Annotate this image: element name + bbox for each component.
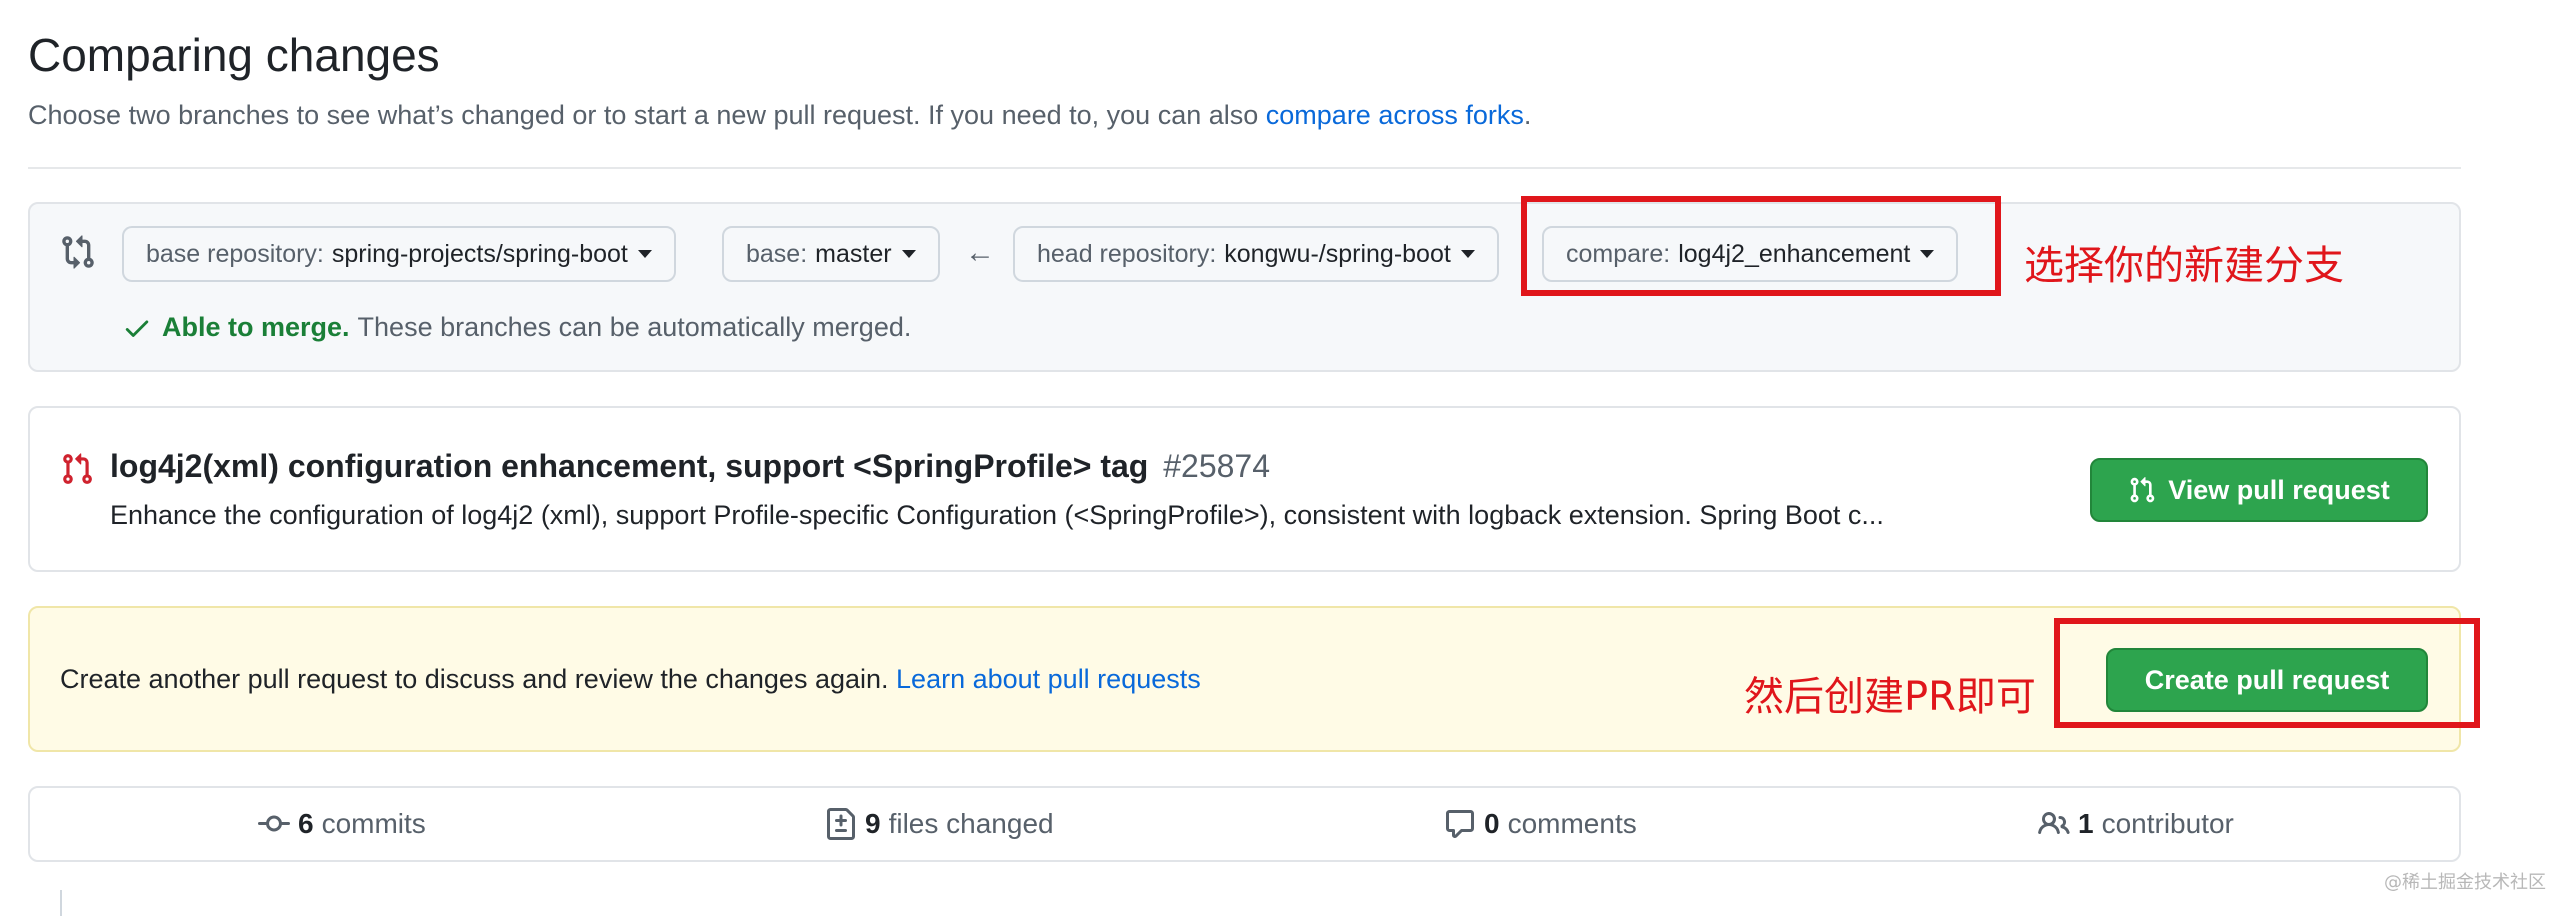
page-title: Comparing changes bbox=[28, 29, 440, 81]
contributors-count: 1 bbox=[2078, 808, 2094, 839]
merge-message: These branches can be automatically merg… bbox=[357, 312, 912, 342]
pr-title-text: log4j2(xml) configuration enhancement, s… bbox=[110, 448, 1149, 484]
annotation-box-create bbox=[2054, 618, 2480, 728]
commits-tab[interactable]: 6 commits bbox=[258, 808, 426, 840]
files-label: files changed bbox=[888, 808, 1054, 839]
contributors-label: contributor bbox=[2101, 808, 2234, 839]
base-value: master bbox=[815, 239, 892, 268]
head-repo-value: kongwu-/spring-boot bbox=[1224, 239, 1451, 268]
base-label: base: bbox=[746, 239, 808, 268]
header-divider bbox=[28, 167, 2461, 169]
annotation-select-branch: 选择你的新建分支 bbox=[2024, 243, 2344, 289]
annotation-create-pr: 然后创建PR即可 bbox=[1744, 674, 2036, 720]
people-icon bbox=[2038, 811, 2070, 835]
git-compare-icon bbox=[62, 235, 94, 269]
view-pull-request-label: View pull request bbox=[2168, 474, 2390, 505]
base-repository-select[interactable]: base repository: spring-projects/spring-… bbox=[122, 226, 676, 282]
page-subtitle: Choose two branches to see what’s change… bbox=[28, 100, 1531, 131]
files-count: 9 bbox=[865, 808, 881, 839]
contributors-tab[interactable]: 1 contributor bbox=[2038, 808, 2234, 840]
arrow-left-icon: ← bbox=[965, 236, 995, 269]
git-pull-request-icon bbox=[63, 453, 92, 484]
file-diff-icon bbox=[827, 808, 855, 840]
files-changed-tab[interactable]: 9 files changed bbox=[825, 808, 1054, 840]
subtitle-text: Choose two branches to see what’s change… bbox=[28, 100, 1259, 130]
comment-icon bbox=[1446, 810, 1474, 838]
compare-stats: 6 commits 9 files changed 0 comments 1 c… bbox=[28, 786, 2461, 862]
base-branch-select[interactable]: base: master bbox=[722, 226, 940, 282]
learn-about-pull-requests-link[interactable]: Learn about pull requests bbox=[896, 664, 1201, 694]
commits-count: 6 bbox=[298, 808, 314, 839]
existing-pull-request: log4j2(xml) configuration enhancement, s… bbox=[28, 406, 2461, 572]
head-repo-label: head repository: bbox=[1037, 239, 1217, 268]
git-pull-request-icon bbox=[2130, 477, 2155, 503]
git-commit-icon bbox=[258, 815, 290, 832]
comments-count: 0 bbox=[1484, 808, 1500, 839]
pull-request-description: Enhance the configuration of log4j2 (xml… bbox=[110, 500, 1884, 530]
pr-number: #25874 bbox=[1163, 448, 1271, 484]
head-repository-select[interactable]: head repository: kongwu-/spring-boot bbox=[1013, 226, 1499, 282]
timeline-line bbox=[60, 890, 62, 916]
comments-label: comments bbox=[1507, 808, 1637, 839]
notice-text: Create another pull request to discuss a… bbox=[60, 664, 1201, 695]
base-repo-value: spring-projects/spring-boot bbox=[331, 239, 628, 268]
base-repo-label: base repository: bbox=[146, 239, 324, 268]
commits-label: commits bbox=[321, 808, 426, 839]
view-pull-request-button[interactable]: View pull request bbox=[2090, 458, 2428, 522]
compare-across-forks-link[interactable]: compare across forks bbox=[1266, 100, 1524, 130]
annotation-box-compare bbox=[1521, 196, 2001, 296]
merge-status: Able to merge. These branches can be aut… bbox=[122, 312, 911, 343]
watermark: @稀土掘金技术社区 bbox=[2384, 872, 2546, 893]
notice-message: Create another pull request to discuss a… bbox=[60, 664, 889, 694]
chevron-down-icon bbox=[901, 250, 916, 258]
check-icon bbox=[125, 320, 149, 337]
chevron-down-icon bbox=[637, 250, 652, 258]
comments-tab[interactable]: 0 comments bbox=[1444, 808, 1637, 840]
chevron-down-icon bbox=[1460, 250, 1475, 258]
subtitle-suffix: . bbox=[1523, 100, 1532, 130]
pull-request-title[interactable]: log4j2(xml) configuration enhancement, s… bbox=[110, 448, 1270, 485]
merge-ok-label: Able to merge. bbox=[162, 312, 350, 342]
